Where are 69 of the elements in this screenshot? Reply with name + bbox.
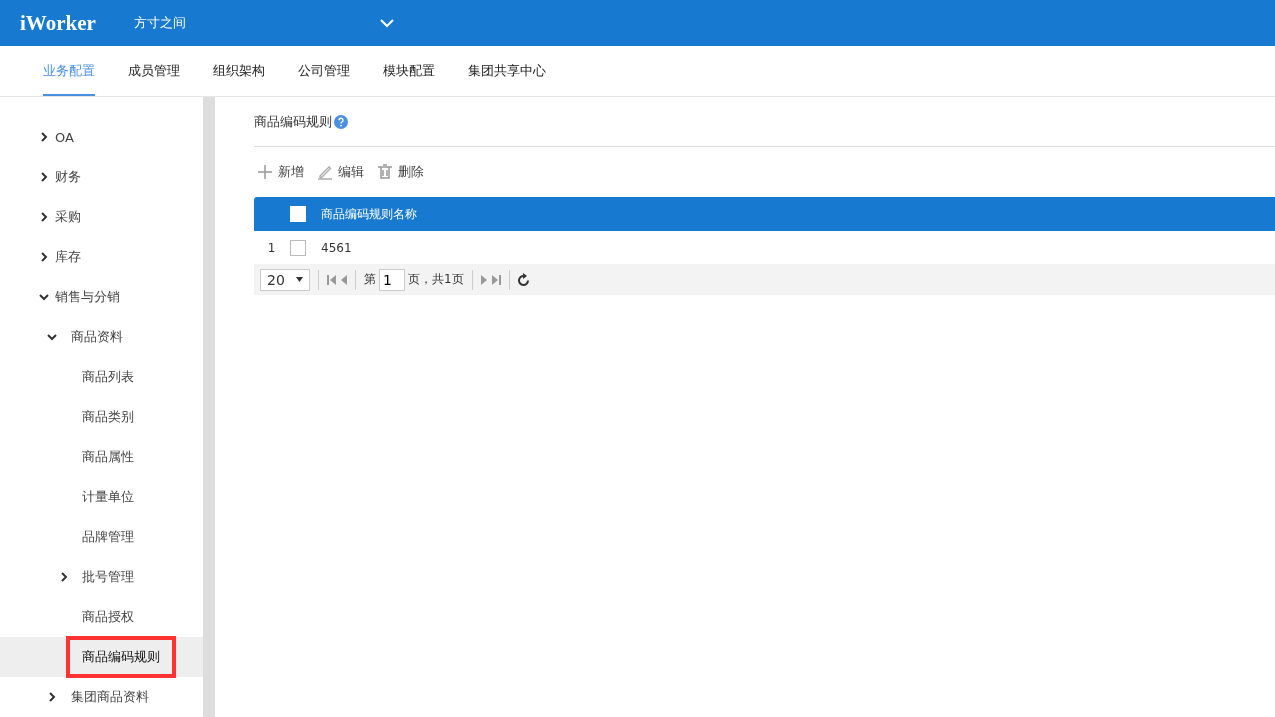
plus-icon [257,164,273,180]
sidebar-item[interactable]: 库存 [0,237,203,277]
sidebar-item-label: 商品属性 [82,448,134,466]
sidebar-item[interactable]: OA [0,117,203,157]
sidebar-item[interactable]: 销售与分销 [0,277,203,317]
nav-tab[interactable]: 成员管理 [128,46,180,96]
sidebar-item-label: 集团商品资料 [71,688,149,706]
sidebar-item-label: 商品列表 [82,368,134,386]
sidebar-item-label: 销售与分销 [55,288,120,306]
sidebar-item[interactable]: 商品授权 [0,597,203,637]
page-size-select[interactable]: 20 [260,268,310,291]
sidebar-item[interactable]: 财务 [0,157,203,197]
nav-tab[interactable]: 模块配置 [383,46,435,96]
sidebar-item-label: 财务 [55,168,81,186]
sidebar-item-label: 品牌管理 [82,528,134,546]
chevron-right-icon[interactable] [39,172,49,182]
first-page-icon[interactable] [327,274,336,285]
chevron-right-icon[interactable] [47,692,57,702]
chevron-right-icon[interactable] [39,212,49,222]
edit-button[interactable]: 编辑 [314,158,370,186]
sidebar-item[interactable]: 商品资料 [0,317,203,357]
sidebar-item[interactable]: 计量单位 [0,477,203,517]
select-all-checkbox[interactable] [290,206,306,222]
sidebar-item[interactable]: 集团商品资料 [0,677,203,717]
nav-tab[interactable]: 组织架构 [213,46,265,96]
sidebar-item[interactable]: 采购 [0,197,203,237]
page-number-field[interactable]: 1 [379,268,405,291]
pencil-icon [317,164,333,180]
column-header[interactable]: 商品编码规则名称 [321,205,417,223]
sidebar-item-label: 计量单位 [82,488,134,506]
sidebar-item-label: 商品授权 [82,608,134,626]
chevron-right-icon[interactable] [39,132,49,142]
last-page-icon[interactable] [491,274,501,285]
refresh-icon[interactable] [517,273,530,286]
chevron-down-icon[interactable] [47,332,57,342]
delete-button[interactable]: 删除 [374,158,430,186]
app-logo: iWorker [20,10,97,36]
sidebar-item-label: 采购 [55,208,81,226]
previous-page-icon[interactable] [341,274,347,285]
add-button[interactable]: 新增 [254,158,310,186]
sidebar-item-label: 库存 [55,248,81,266]
sidebar-item[interactable]: 商品属性 [0,437,203,477]
page-label: 第 [364,271,376,288]
dropdown-caret-icon [296,277,303,282]
trash-icon [377,164,393,180]
sidebar-item-label: 批号管理 [82,568,134,586]
nav-tab[interactable]: 公司管理 [298,46,350,96]
chevron-right-icon[interactable] [39,252,49,262]
company-name[interactable]: 方寸之间 [134,14,380,32]
page-total-label: 页，共1页 [408,271,464,288]
sidebar-item[interactable]: 商品类别 [0,397,203,437]
sidebar-item-label: OA [55,128,74,147]
row-number: 1 [266,240,277,255]
scrollbar[interactable] [203,97,215,717]
sidebar-item[interactable]: 品牌管理 [0,517,203,557]
next-page-icon[interactable] [480,274,487,285]
sidebar-item[interactable]: 商品列表 [0,357,203,397]
page-title: 商品编码规则 [254,112,332,131]
sidebar-item-label: 商品资料 [71,328,123,346]
sidebar-item[interactable]: 商品编码规则 [0,637,203,677]
sidebar-item[interactable]: 批号管理 [0,557,203,597]
nav-tab[interactable]: 集团共享中心 [468,46,546,96]
highlight-frame: 商品编码规则 [66,636,176,678]
sidebar-item-label: 商品类别 [82,408,134,426]
table-cell: 4561 [321,240,352,255]
chevron-down-icon[interactable] [39,292,49,302]
chevron-right-icon[interactable] [59,572,69,582]
help-icon[interactable] [334,114,348,129]
row-checkbox[interactable] [290,239,306,256]
